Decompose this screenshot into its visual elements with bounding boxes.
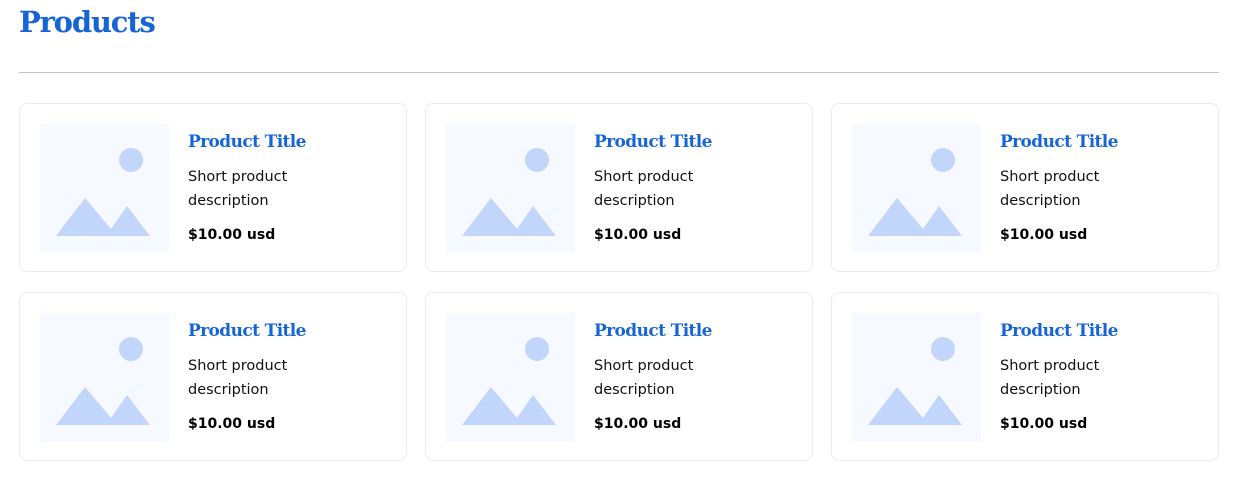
product-image[interactable]: [446, 313, 575, 442]
product-price: $10.00 usd: [594, 227, 682, 243]
product-card[interactable]: Product Title Short product description …: [425, 103, 813, 272]
page-title: Products: [19, 5, 156, 39]
product-description: Short product description: [188, 169, 288, 209]
product-title[interactable]: Product Title: [188, 319, 396, 343]
product-card[interactable]: Product Title Short product description …: [831, 103, 1219, 272]
product-price: $10.00 usd: [1000, 227, 1088, 243]
product-image[interactable]: [852, 313, 981, 442]
product-info: Product Title Short product description …: [1000, 319, 1208, 434]
product-title[interactable]: Product Title: [1000, 319, 1208, 343]
product-image[interactable]: [852, 124, 981, 253]
product-info: Product Title Short product description …: [188, 130, 396, 245]
product-info: Product Title Short product description …: [1000, 130, 1208, 245]
product-price: $10.00 usd: [1000, 416, 1088, 432]
product-price: $10.00 usd: [188, 416, 276, 432]
image-placeholder-icon: [868, 337, 962, 425]
image-placeholder-icon: [462, 337, 556, 425]
product-price: $10.00 usd: [188, 227, 276, 243]
product-card[interactable]: Product Title Short product description …: [19, 103, 407, 272]
product-description: Short product description: [1000, 358, 1100, 398]
image-placeholder-icon: [462, 148, 556, 236]
image-placeholder-icon: [868, 148, 962, 236]
product-title[interactable]: Product Title: [594, 130, 802, 154]
product-card[interactable]: Product Title Short product description …: [425, 292, 813, 461]
product-description: Short product description: [1000, 169, 1100, 209]
product-info: Product Title Short product description …: [594, 319, 802, 434]
product-grid: Product Title Short product description …: [19, 103, 1219, 461]
product-image[interactable]: [446, 124, 575, 253]
product-image[interactable]: [40, 313, 169, 442]
product-description: Short product description: [594, 169, 694, 209]
product-description: Short product description: [594, 358, 694, 398]
product-info: Product Title Short product description …: [594, 130, 802, 245]
image-placeholder-icon: [56, 337, 150, 425]
product-title[interactable]: Product Title: [1000, 130, 1208, 154]
product-title[interactable]: Product Title: [594, 319, 802, 343]
product-card[interactable]: Product Title Short product description …: [831, 292, 1219, 461]
product-info: Product Title Short product description …: [188, 319, 396, 434]
image-placeholder-icon: [56, 148, 150, 236]
product-title[interactable]: Product Title: [188, 130, 396, 154]
product-description: Short product description: [188, 358, 288, 398]
header-divider: [19, 72, 1219, 73]
product-card[interactable]: Product Title Short product description …: [19, 292, 407, 461]
product-price: $10.00 usd: [594, 416, 682, 432]
product-image[interactable]: [40, 124, 169, 253]
